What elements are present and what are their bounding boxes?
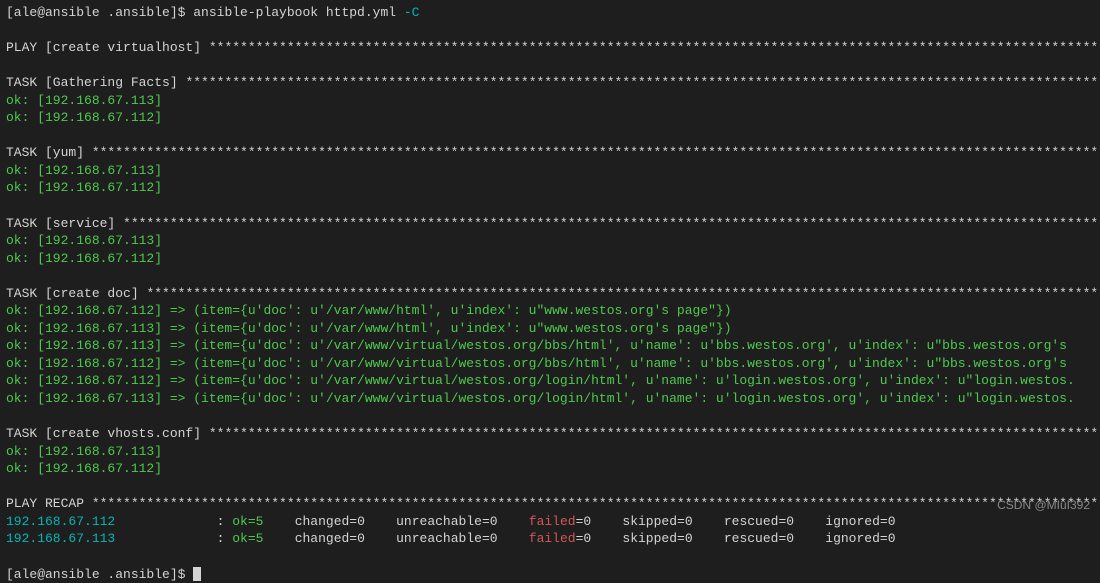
task-host-ok: ok: [192.168.67.113] bbox=[6, 92, 1094, 110]
task-item: ok: [192.168.67.112] => (item={u'doc': u… bbox=[6, 372, 1094, 390]
task-header-gather: TASK [Gathering Facts] *****************… bbox=[6, 74, 1094, 92]
recap-skipped: skipped=0 bbox=[622, 531, 692, 546]
recap-failed: failed bbox=[529, 514, 576, 529]
task-host-ok: ok: [192.168.67.113] bbox=[6, 443, 1094, 461]
task-host-ok: ok: [192.168.67.112] bbox=[6, 109, 1094, 127]
blank-line bbox=[6, 267, 1094, 285]
task-stars: ****************************************… bbox=[123, 216, 1100, 231]
task-item: ok: [192.168.67.113] => (item={u'doc': u… bbox=[6, 337, 1094, 355]
recap-failed-eq: =0 bbox=[576, 531, 592, 546]
command-text: ansible-playbook httpd.yml bbox=[193, 5, 404, 20]
recap-label: PLAY RECAP bbox=[6, 496, 92, 511]
blank-line bbox=[6, 57, 1094, 75]
task-label: TASK [create doc] bbox=[6, 286, 146, 301]
recap-header: PLAY RECAP *****************************… bbox=[6, 495, 1094, 513]
blank-line bbox=[6, 22, 1094, 40]
recap-rescued: rescued=0 bbox=[724, 531, 794, 546]
recap-host: 192.168.67.112 bbox=[6, 514, 115, 529]
recap-ok: ok=5 bbox=[232, 514, 263, 529]
prompt-text: [ale@ansible .ansible]$ bbox=[6, 567, 193, 582]
play-stars: ****************************************… bbox=[209, 40, 1100, 55]
task-item: ok: [192.168.67.113] => (item={u'doc': u… bbox=[6, 320, 1094, 338]
recap-unreachable: unreachable=0 bbox=[396, 531, 497, 546]
recap-failed-eq: =0 bbox=[576, 514, 592, 529]
recap-changed: changed=0 bbox=[295, 531, 365, 546]
prompt-line-end[interactable]: [ale@ansible .ansible]$ bbox=[6, 566, 1094, 583]
task-host-ok: ok: [192.168.67.113] bbox=[6, 162, 1094, 180]
recap-ignored: ignored=0 bbox=[825, 514, 895, 529]
recap-failed: failed bbox=[529, 531, 576, 546]
task-stars: ****************************************… bbox=[92, 145, 1100, 160]
cursor-icon bbox=[193, 567, 201, 581]
task-stars: ****************************************… bbox=[185, 75, 1100, 90]
task-host-ok: ok: [192.168.67.112] bbox=[6, 460, 1094, 478]
recap-stars: ****************************************… bbox=[92, 496, 1100, 511]
task-host-ok: ok: [192.168.67.112] bbox=[6, 250, 1094, 268]
recap-skipped: skipped=0 bbox=[622, 514, 692, 529]
play-header: PLAY [create virtualhost] **************… bbox=[6, 39, 1094, 57]
recap-changed: changed=0 bbox=[295, 514, 365, 529]
recap-row: 192.168.67.112 : ok=5 changed=0 unreacha… bbox=[6, 513, 1094, 531]
task-header-yum: TASK [yum] *****************************… bbox=[6, 144, 1094, 162]
task-item: ok: [192.168.67.112] => (item={u'doc': u… bbox=[6, 355, 1094, 373]
task-host-ok: ok: [192.168.67.113] bbox=[6, 232, 1094, 250]
prompt-line: [ale@ansible .ansible]$ ansible-playbook… bbox=[6, 4, 1094, 22]
task-item: ok: [192.168.67.113] => (item={u'doc': u… bbox=[6, 390, 1094, 408]
task-label: TASK [Gathering Facts] bbox=[6, 75, 185, 90]
recap-row: 192.168.67.113 : ok=5 changed=0 unreacha… bbox=[6, 530, 1094, 548]
recap-unreachable: unreachable=0 bbox=[396, 514, 497, 529]
blank-line bbox=[6, 478, 1094, 496]
recap-ok: ok=5 bbox=[232, 531, 263, 546]
recap-host: 192.168.67.113 bbox=[6, 531, 115, 546]
task-header-service: TASK [service] *************************… bbox=[6, 215, 1094, 233]
blank-line bbox=[6, 197, 1094, 215]
blank-line bbox=[6, 408, 1094, 426]
prompt-text: [ale@ansible .ansible]$ bbox=[6, 5, 193, 20]
command-flag: -C bbox=[404, 5, 420, 20]
task-label: TASK [service] bbox=[6, 216, 123, 231]
task-header-vhosts: TASK [create vhosts.conf] **************… bbox=[6, 425, 1094, 443]
task-stars: ****************************************… bbox=[146, 286, 1100, 301]
recap-rescued: rescued=0 bbox=[724, 514, 794, 529]
task-header-createdoc: TASK [create doc] **********************… bbox=[6, 285, 1094, 303]
blank-line bbox=[6, 127, 1094, 145]
task-stars: ****************************************… bbox=[209, 426, 1100, 441]
task-label: TASK [create vhosts.conf] bbox=[6, 426, 209, 441]
task-item: ok: [192.168.67.112] => (item={u'doc': u… bbox=[6, 302, 1094, 320]
watermark-text: CSDN @MIuI392 bbox=[997, 497, 1090, 513]
play-label: PLAY [create virtualhost] bbox=[6, 40, 209, 55]
recap-ignored: ignored=0 bbox=[825, 531, 895, 546]
task-label: TASK [yum] bbox=[6, 145, 92, 160]
task-host-ok: ok: [192.168.67.112] bbox=[6, 179, 1094, 197]
blank-line bbox=[6, 548, 1094, 566]
